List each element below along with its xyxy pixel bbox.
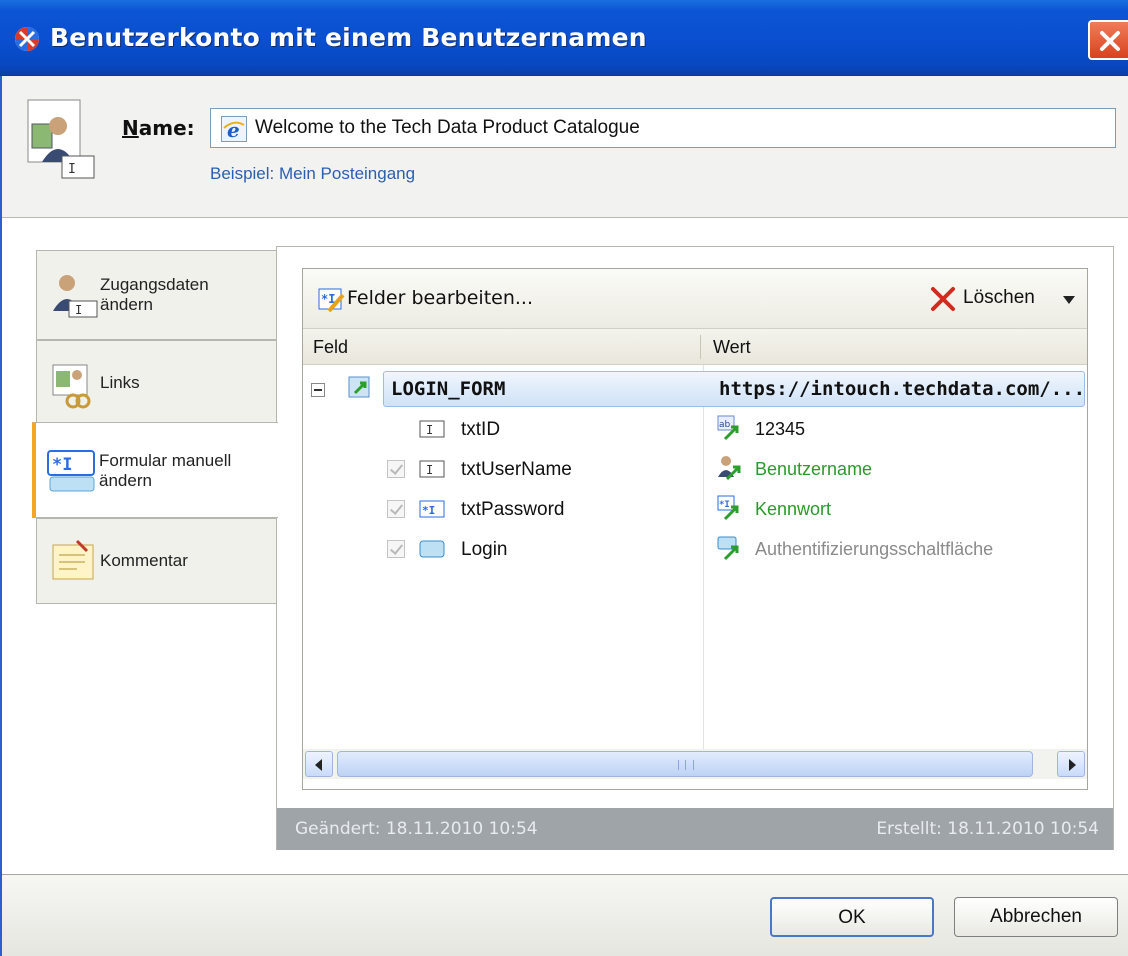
row-field-value: 12345 bbox=[755, 419, 806, 439]
example-hint: Beispiel: Mein Posteingang bbox=[210, 164, 416, 183]
created-date: Erstellt: 18.11.2010 10:54 bbox=[876, 819, 1099, 839]
column-feld[interactable]: Feld bbox=[313, 337, 348, 358]
svg-text:I: I bbox=[426, 423, 433, 437]
tab-formular-manuell[interactable]: *I Formular manuell ändern bbox=[32, 422, 278, 518]
svg-text:ab: ab bbox=[719, 420, 731, 430]
status-bar: Geändert: 18.11.2010 10:54 Erstellt: 18.… bbox=[277, 808, 1113, 850]
delete-x-icon bbox=[931, 287, 955, 311]
tab-kommentar[interactable]: Kommentar bbox=[36, 518, 278, 604]
toolbar: *I Felder bearbeiten... Löschen bbox=[303, 269, 1087, 329]
svg-text:*I: *I bbox=[52, 455, 72, 475]
scroll-thumb[interactable] bbox=[337, 751, 1033, 777]
delete-label: Löschen bbox=[963, 287, 1035, 308]
button-field-icon bbox=[419, 540, 445, 558]
text-field-icon: I bbox=[419, 420, 445, 438]
row-field-name: txtPassword bbox=[461, 499, 565, 520]
modified-date: Geändert: 18.11.2010 10:54 bbox=[295, 819, 538, 839]
table-row[interactable]: LOGIN_FORM https://intouch.techdata.com/… bbox=[303, 369, 1087, 409]
delete-button[interactable]: Löschen bbox=[927, 283, 1087, 317]
form-icon bbox=[348, 376, 370, 398]
svg-text:I: I bbox=[68, 162, 76, 177]
header-panel: I Name: e Welcome to the Tech Data Produ… bbox=[0, 76, 1128, 218]
row-checkbox[interactable] bbox=[387, 460, 405, 478]
roboform-icon bbox=[15, 27, 39, 51]
username-icon bbox=[718, 456, 741, 481]
row-field-name: Login bbox=[461, 539, 508, 560]
window-border bbox=[0, 76, 2, 956]
edit-fields-button[interactable]: Felder bearbeiten... bbox=[347, 287, 533, 309]
user-account-icon: I bbox=[27, 99, 95, 179]
row-checkbox[interactable] bbox=[387, 540, 405, 558]
tab-zugangsdaten[interactable]: I Zugangsdaten ändern bbox=[36, 250, 278, 340]
auth-button-icon bbox=[717, 536, 739, 561]
table-row[interactable]: I txtUserName Benutzername bbox=[303, 449, 1087, 489]
tab-label-line2: ändern bbox=[100, 295, 153, 314]
column-divider[interactable] bbox=[700, 335, 701, 359]
form-fields-panel: *I Felder bearbeiten... Löschen Feld Wer… bbox=[302, 268, 1088, 790]
scroll-left-button[interactable] bbox=[305, 751, 333, 777]
row-field-value: https://intouch.techdata.com/... bbox=[719, 378, 1086, 400]
table-row[interactable]: Login Authentifizierungsschaltfläche bbox=[303, 529, 1087, 569]
tab-label-line2: ändern bbox=[99, 471, 152, 490]
form-field-icon: *I bbox=[47, 450, 95, 492]
row-field-name: txtID bbox=[461, 419, 501, 440]
svg-text:I: I bbox=[75, 303, 82, 317]
table-row[interactable]: I txtID ab 12345 bbox=[303, 409, 1087, 449]
name-label: Name: bbox=[122, 116, 195, 140]
svg-text:I: I bbox=[426, 463, 433, 477]
column-header: Feld Wert bbox=[303, 329, 1087, 365]
collapse-icon[interactable] bbox=[311, 383, 325, 397]
tab-links[interactable]: Links bbox=[36, 340, 278, 424]
password-field-icon: *I bbox=[419, 500, 445, 518]
row-field-value: Kennwort bbox=[755, 499, 832, 519]
text-value-icon: ab bbox=[717, 415, 739, 441]
comment-icon bbox=[52, 539, 94, 580]
ok-button[interactable]: OK bbox=[770, 897, 934, 937]
row-field-name: txtUserName bbox=[461, 459, 572, 480]
horizontal-scrollbar[interactable] bbox=[303, 749, 1087, 779]
close-button[interactable] bbox=[1088, 20, 1128, 60]
tab-label-line1: Zugangsdaten bbox=[100, 275, 209, 294]
user-credentials-icon: I bbox=[53, 275, 98, 318]
tab-label-line1: Formular manuell bbox=[99, 451, 232, 470]
row-checkbox[interactable] bbox=[387, 500, 405, 518]
links-icon bbox=[52, 364, 91, 409]
title-bar: Benutzerkonto mit einem Benutzernamen bbox=[0, 0, 1128, 76]
tab-label: Kommentar bbox=[100, 551, 188, 570]
grip-icon bbox=[678, 760, 694, 770]
edit-fields-icon[interactable]: *I bbox=[317, 285, 345, 313]
scroll-right-button[interactable] bbox=[1057, 751, 1085, 777]
column-wert[interactable]: Wert bbox=[713, 337, 751, 358]
footer: OK Abbrechen bbox=[0, 875, 1128, 956]
row-field-value: Authentifizierungsschaltfläche bbox=[755, 539, 994, 559]
password-icon: *I bbox=[717, 495, 739, 521]
svg-text:e: e bbox=[227, 118, 240, 142]
tab-label: Links bbox=[100, 373, 140, 392]
row-field-name: LOGIN_FORM bbox=[391, 378, 506, 400]
cancel-button[interactable]: Abbrechen bbox=[954, 897, 1118, 937]
name-value: Welcome to the Tech Data Product Catalog… bbox=[255, 117, 640, 138]
name-input[interactable]: e Welcome to the Tech Data Product Catal… bbox=[210, 108, 1116, 148]
internet-explorer-icon: e bbox=[221, 116, 247, 142]
svg-text:*I: *I bbox=[422, 504, 435, 517]
window-title: Benutzerkonto mit einem Benutzernamen bbox=[50, 23, 647, 52]
close-icon bbox=[1100, 31, 1120, 51]
chevron-down-icon[interactable] bbox=[1063, 296, 1075, 304]
text-field-icon: I bbox=[419, 460, 445, 478]
svg-text:*I: *I bbox=[719, 500, 730, 510]
row-field-value: Benutzername bbox=[755, 459, 873, 479]
table-row[interactable]: *I txtPassword *I Kennwort bbox=[303, 489, 1087, 529]
